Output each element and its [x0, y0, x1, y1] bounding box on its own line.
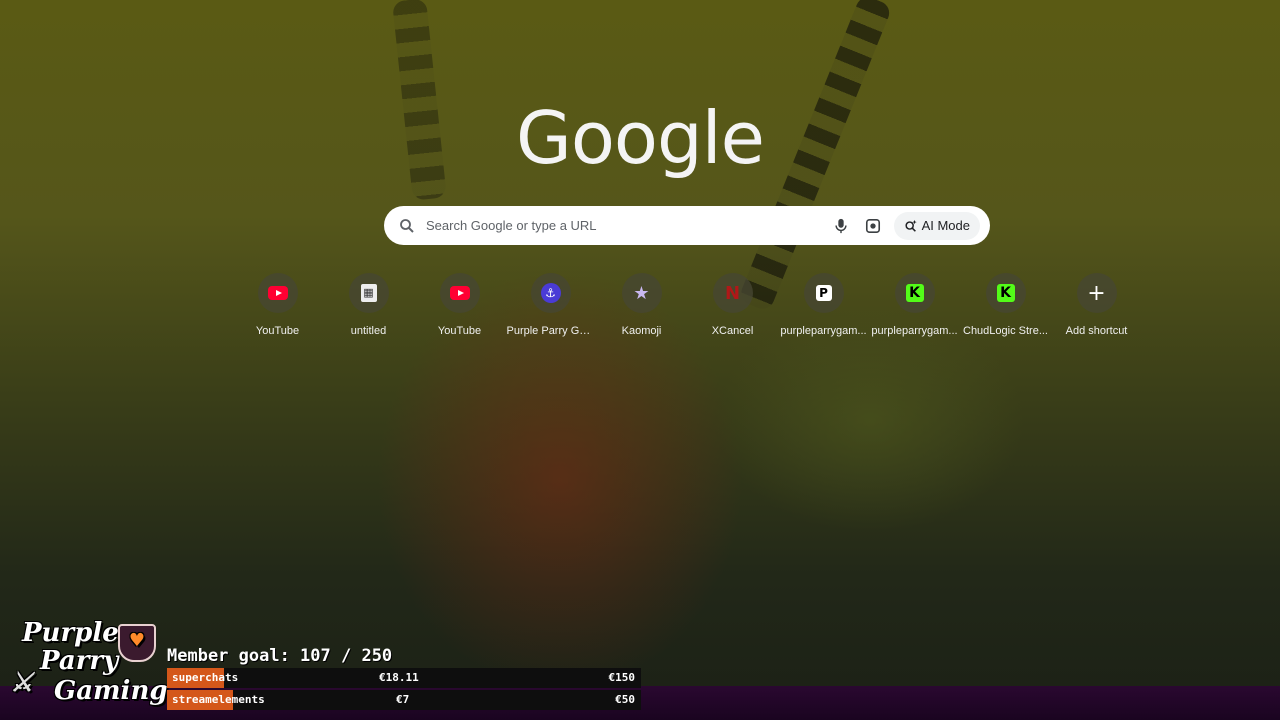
- search-icon: [400, 218, 414, 233]
- camera-lens-icon: [865, 218, 880, 233]
- shortcut-icon-circle: P: [803, 273, 844, 313]
- shortcut-icon-circle: K: [894, 273, 935, 313]
- shortcut-label: YouTube: [255, 325, 300, 337]
- shortcut-label: ChudLogic Stre...: [963, 325, 1048, 337]
- lens-search-button[interactable]: [860, 213, 886, 239]
- ai-mode-button[interactable]: AI Mode: [893, 211, 980, 240]
- logo-text-line: Parry: [40, 646, 119, 676]
- shortcut-icon-circle: ▦: [348, 273, 389, 313]
- member-goal-text: Member goal: 107 / 250: [167, 646, 393, 666]
- shortcut-label: Add shortcut: [1065, 325, 1128, 337]
- add-shortcut-button[interactable]: + Add shortcut: [1051, 273, 1142, 337]
- bar-current-amount: €18.11: [379, 671, 419, 684]
- shortcut-tiles: YouTube ▦ untitled YouTube ⚓ Purple Parr…: [232, 273, 1142, 337]
- shortcut-youtube[interactable]: YouTube: [414, 273, 505, 337]
- search-box[interactable]: AI Mode: [384, 206, 990, 245]
- youtube-icon: [449, 286, 470, 300]
- shortcut-youtube[interactable]: YouTube: [232, 273, 323, 337]
- shortcut-icon-circle: ⚓: [530, 273, 571, 313]
- bar-current-amount: €7: [396, 693, 410, 706]
- voice-search-button[interactable]: [828, 213, 854, 239]
- donation-progress-bar: streamelements €7 €50: [167, 690, 641, 710]
- shortcut-xcancel[interactable]: N XCancel: [687, 273, 778, 337]
- shortcut-icon-circle: +: [1076, 273, 1117, 313]
- microphone-icon: [834, 218, 847, 233]
- shortcut-icon-circle: [439, 273, 480, 313]
- shortcut-label: XCancel: [711, 325, 754, 337]
- shortcut-icon-circle: K: [985, 273, 1026, 313]
- shortcut-untitled[interactable]: ▦ untitled: [323, 273, 414, 337]
- shortcut-label: purpleparrygam...: [780, 325, 867, 337]
- kick-icon: K: [996, 284, 1015, 302]
- google-logo: Google: [516, 96, 765, 180]
- ai-mode-label: AI Mode: [921, 218, 970, 233]
- bar-target-amount: €150: [608, 671, 636, 684]
- shield-icon: ♥: [118, 624, 156, 662]
- purple-parry-gaming-logo: Purple Parry Gaming ♥ ⚔: [6, 618, 168, 714]
- shortcut-kick-chudlogic[interactable]: K ChudLogic Stre...: [960, 273, 1051, 337]
- logo-text-line: Gaming: [54, 676, 168, 706]
- kick-icon: K: [905, 284, 924, 302]
- plus-icon: +: [1087, 280, 1106, 306]
- shortcut-icon-circle: N: [712, 273, 753, 313]
- logo-text-line: Purple: [22, 618, 119, 648]
- xcancel-icon: N: [724, 282, 741, 304]
- shortcut-label: purpleparrygam...: [871, 325, 958, 337]
- shortcut-label: untitled: [350, 325, 387, 337]
- shortcut-icon-circle: [257, 273, 298, 313]
- shortcut-kaomoji[interactable]: ★ Kaomoji: [596, 273, 687, 337]
- search-input[interactable]: [424, 217, 822, 234]
- sword-icon: ⚔: [10, 668, 34, 698]
- bar-label: streamelements: [172, 693, 265, 706]
- bar-target-amount: €50: [615, 693, 635, 706]
- donation-progress-bar: superchats €18.11 €150: [167, 668, 641, 688]
- star-icon: ★: [633, 282, 650, 304]
- youtube-icon: [267, 286, 288, 300]
- shortcut-label: Purple Parry Ga...: [506, 325, 595, 337]
- document-icon: ▦: [360, 284, 377, 302]
- bar-label: superchats: [172, 671, 239, 684]
- ai-search-icon: [905, 219, 917, 232]
- purple-parry-icon: ⚓: [540, 283, 561, 303]
- shortcut-purple-parry[interactable]: ⚓ Purple Parry Ga...: [505, 273, 596, 337]
- shortcut-patreon[interactable]: P purpleparrygam...: [778, 273, 869, 337]
- shortcut-icon-circle: ★: [621, 273, 662, 313]
- shortcut-kick-purpleparry[interactable]: K purpleparrygam...: [869, 273, 960, 337]
- shortcut-label: Kaomoji: [621, 325, 662, 337]
- shortcut-label: YouTube: [437, 325, 482, 337]
- patreon-icon: P: [815, 285, 832, 301]
